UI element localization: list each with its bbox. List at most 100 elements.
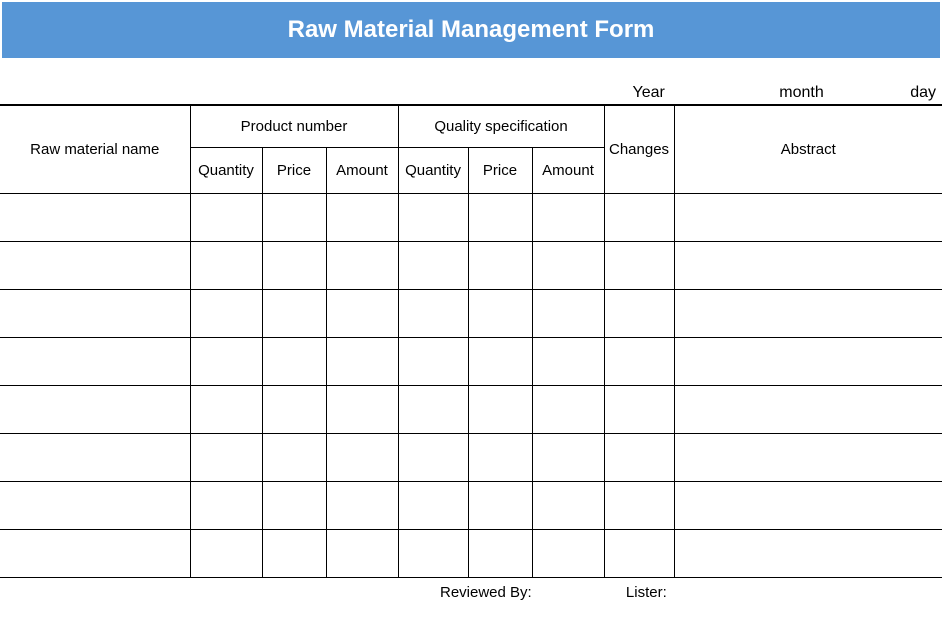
cell-q-qty[interactable] (398, 338, 468, 386)
cell-q-qty[interactable] (398, 434, 468, 482)
table-row (0, 194, 942, 242)
cell-q-price[interactable] (468, 434, 532, 482)
cell-name[interactable] (0, 338, 190, 386)
header-quality-amount: Amount (532, 148, 604, 194)
cell-changes[interactable] (604, 242, 674, 290)
cell-abstract[interactable] (674, 290, 942, 338)
cell-p-qty[interactable] (190, 530, 262, 578)
table-row (0, 290, 942, 338)
cell-changes[interactable] (604, 530, 674, 578)
cell-p-qty[interactable] (190, 338, 262, 386)
cell-p-price[interactable] (262, 482, 326, 530)
table-row (0, 386, 942, 434)
cell-abstract[interactable] (674, 482, 942, 530)
cell-q-qty[interactable] (398, 386, 468, 434)
cell-q-qty[interactable] (398, 290, 468, 338)
table-row (0, 434, 942, 482)
cell-p-amt[interactable] (326, 290, 398, 338)
cell-abstract[interactable] (674, 338, 942, 386)
cell-abstract[interactable] (674, 242, 942, 290)
cell-changes[interactable] (604, 386, 674, 434)
cell-q-amt[interactable] (532, 386, 604, 434)
cell-p-price[interactable] (262, 386, 326, 434)
material-table: Raw material name Product number Quality… (0, 105, 942, 578)
cell-p-price[interactable] (262, 290, 326, 338)
cell-abstract[interactable] (674, 386, 942, 434)
header-changes: Changes (604, 106, 674, 194)
cell-q-price[interactable] (468, 242, 532, 290)
header-abstract: Abstract (674, 106, 942, 194)
cell-p-amt[interactable] (326, 386, 398, 434)
cell-name[interactable] (0, 242, 190, 290)
cell-p-price[interactable] (262, 434, 326, 482)
cell-p-qty[interactable] (190, 290, 262, 338)
cell-p-price[interactable] (262, 194, 326, 242)
header-product-quantity: Quantity (190, 148, 262, 194)
cell-q-price[interactable] (468, 194, 532, 242)
cell-abstract[interactable] (674, 434, 942, 482)
cell-q-amt[interactable] (532, 194, 604, 242)
cell-q-qty[interactable] (398, 194, 468, 242)
footer: Reviewed By: Lister: (0, 578, 942, 601)
header-product-number: Product number (190, 106, 398, 148)
cell-q-price[interactable] (468, 290, 532, 338)
cell-name[interactable] (0, 290, 190, 338)
header-quality-specification: Quality specification (398, 106, 604, 148)
cell-q-amt[interactable] (532, 434, 604, 482)
table-row (0, 242, 942, 290)
month-label: month (779, 84, 823, 102)
cell-p-qty[interactable] (190, 482, 262, 530)
header-product-price: Price (262, 148, 326, 194)
cell-p-amt[interactable] (326, 530, 398, 578)
header-quality-price: Price (468, 148, 532, 194)
cell-q-qty[interactable] (398, 242, 468, 290)
cell-p-amt[interactable] (326, 434, 398, 482)
cell-p-amt[interactable] (326, 242, 398, 290)
cell-q-amt[interactable] (532, 530, 604, 578)
cell-q-qty[interactable] (398, 482, 468, 530)
header-quality-quantity: Quantity (398, 148, 468, 194)
cell-p-price[interactable] (262, 338, 326, 386)
form-title: Raw Material Management Form (2, 2, 940, 58)
cell-p-qty[interactable] (190, 194, 262, 242)
cell-name[interactable] (0, 194, 190, 242)
cell-q-price[interactable] (468, 482, 532, 530)
day-label: day (910, 84, 936, 102)
cell-name[interactable] (0, 482, 190, 530)
table-row (0, 530, 942, 578)
year-label: Year (633, 84, 665, 102)
cell-name[interactable] (0, 530, 190, 578)
cell-p-amt[interactable] (326, 482, 398, 530)
cell-p-amt[interactable] (326, 194, 398, 242)
cell-changes[interactable] (604, 194, 674, 242)
reviewed-by-label: Reviewed By: (440, 584, 532, 601)
cell-changes[interactable] (604, 482, 674, 530)
cell-name[interactable] (0, 434, 190, 482)
cell-q-price[interactable] (468, 338, 532, 386)
cell-q-amt[interactable] (532, 290, 604, 338)
cell-q-amt[interactable] (532, 482, 604, 530)
cell-changes[interactable] (604, 434, 674, 482)
cell-abstract[interactable] (674, 530, 942, 578)
cell-p-qty[interactable] (190, 434, 262, 482)
cell-p-price[interactable] (262, 530, 326, 578)
cell-p-qty[interactable] (190, 386, 262, 434)
table-row (0, 338, 942, 386)
header-raw-material-name: Raw material name (0, 106, 190, 194)
cell-p-price[interactable] (262, 242, 326, 290)
cell-changes[interactable] (604, 290, 674, 338)
date-line: Year month day (0, 64, 942, 105)
cell-q-price[interactable] (468, 386, 532, 434)
cell-q-price[interactable] (468, 530, 532, 578)
cell-p-qty[interactable] (190, 242, 262, 290)
cell-q-amt[interactable] (532, 242, 604, 290)
table-row (0, 482, 942, 530)
cell-q-amt[interactable] (532, 338, 604, 386)
cell-p-amt[interactable] (326, 338, 398, 386)
cell-q-qty[interactable] (398, 530, 468, 578)
lister-label: Lister: (626, 584, 667, 601)
cell-name[interactable] (0, 386, 190, 434)
cell-changes[interactable] (604, 338, 674, 386)
cell-abstract[interactable] (674, 194, 942, 242)
header-product-amount: Amount (326, 148, 398, 194)
